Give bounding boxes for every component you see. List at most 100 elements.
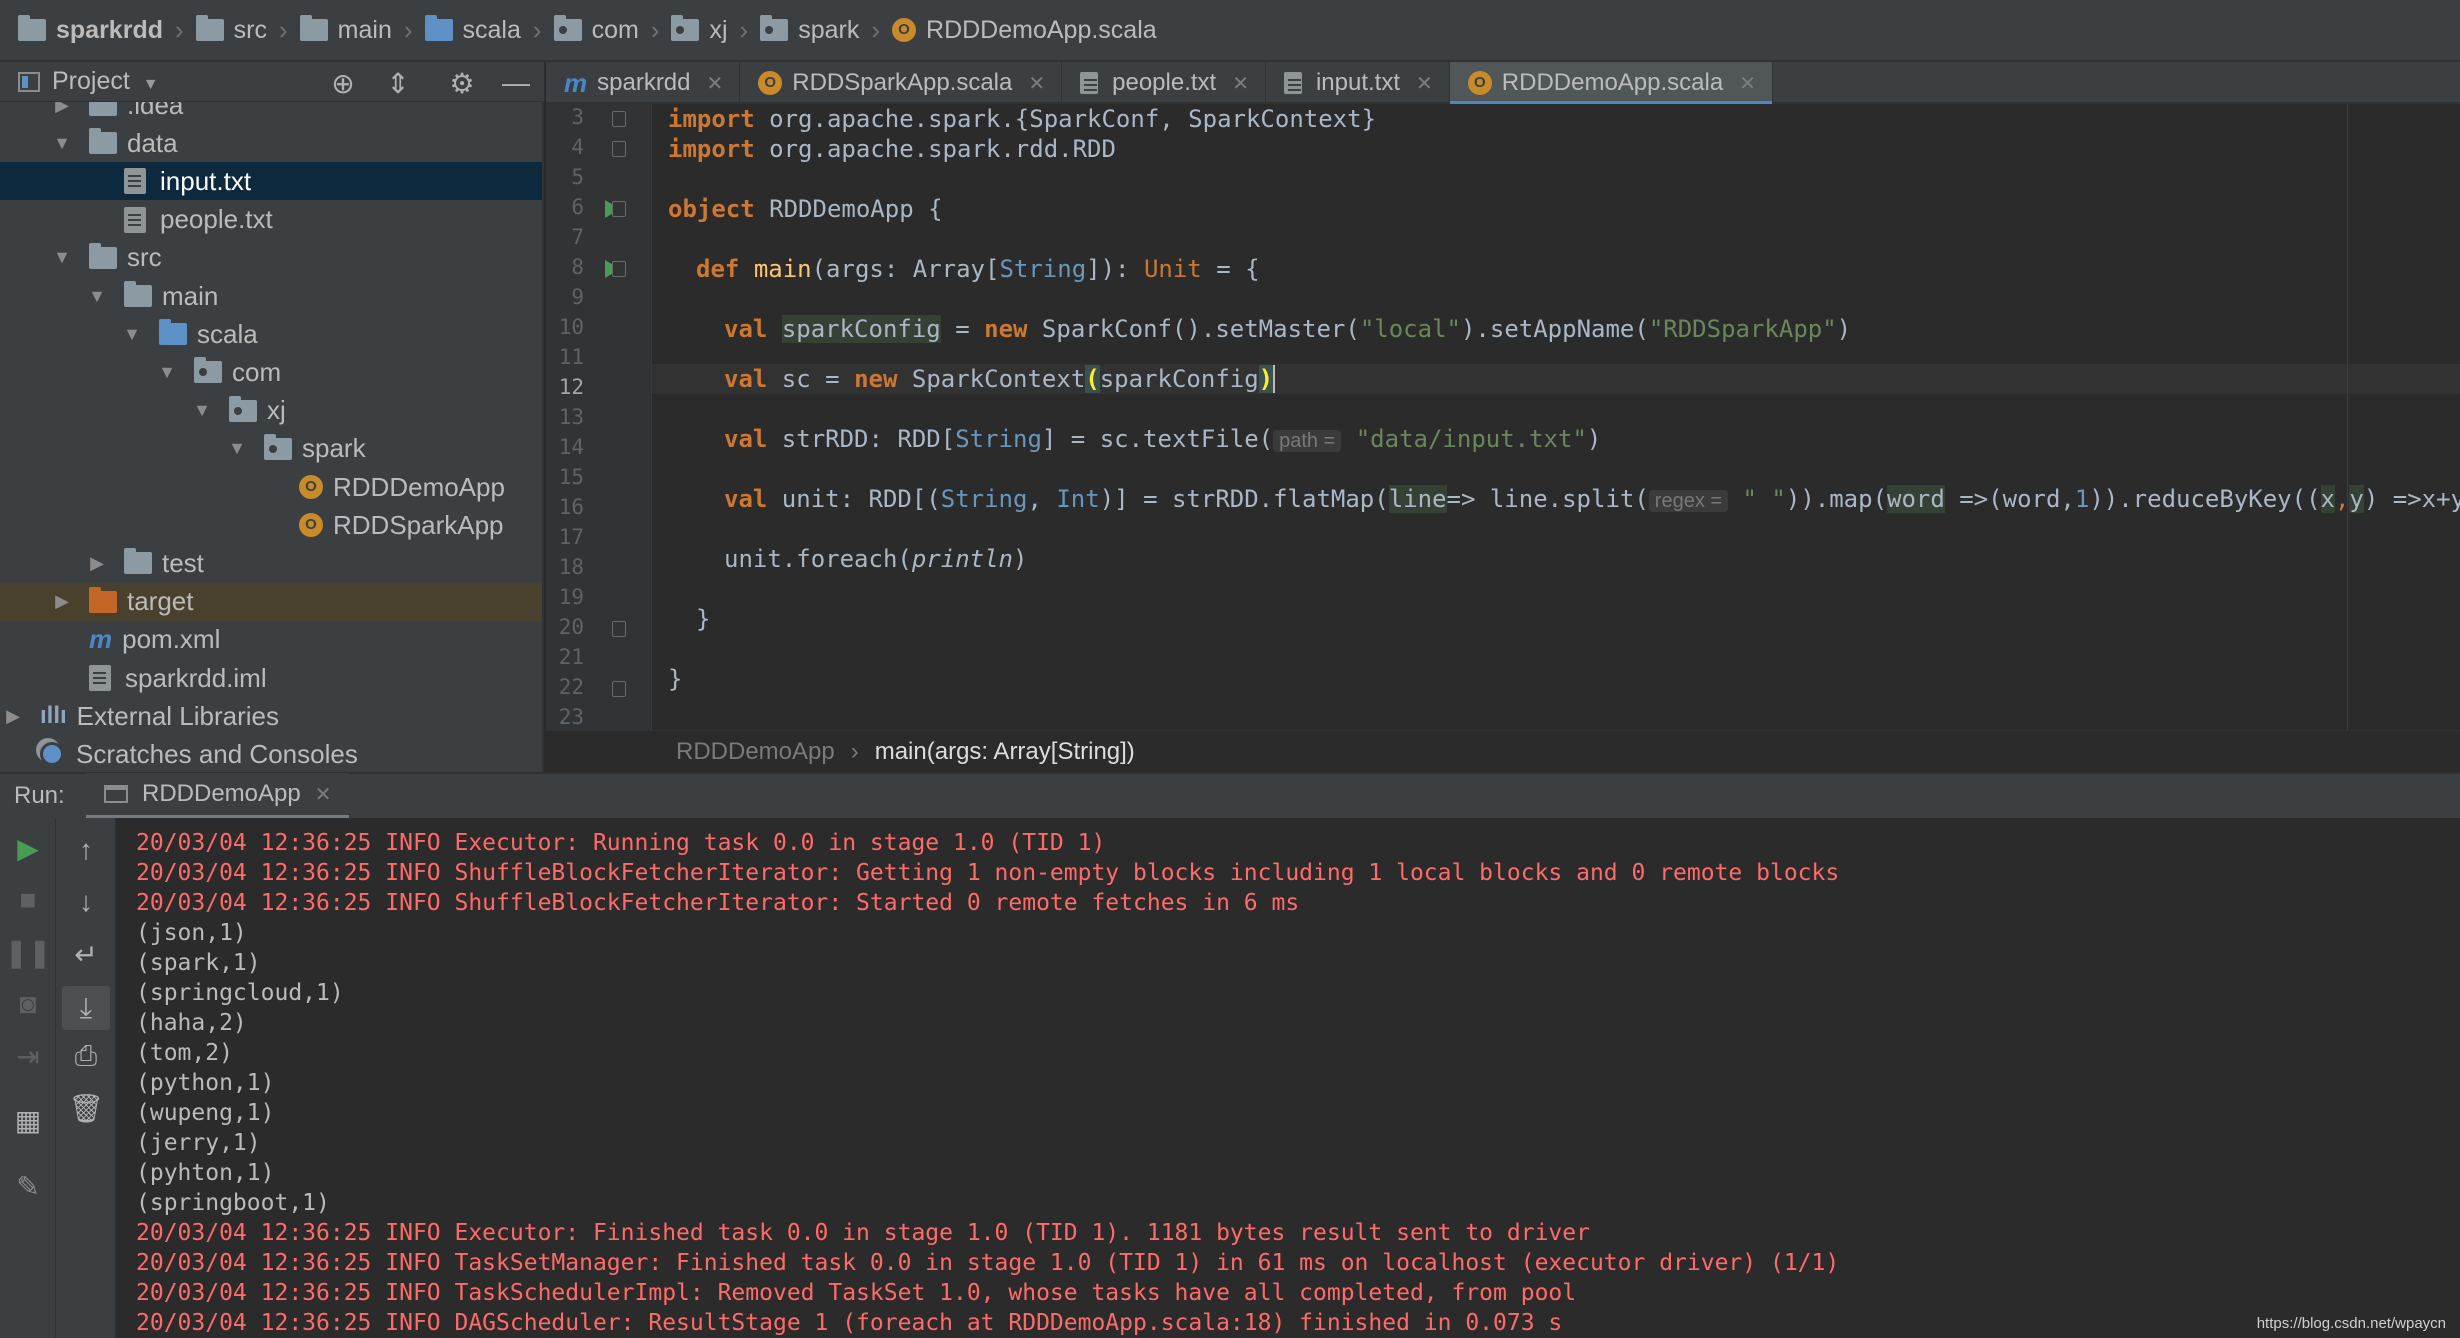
exit-icon[interactable]: ⇥ <box>0 1040 56 1073</box>
tab-label: sparkrdd <box>597 69 691 96</box>
breadcrumb-item-com[interactable]: com <box>553 15 639 45</box>
tree-item[interactable]: ▶ test <box>0 544 542 582</box>
scroll-to-end-icon[interactable]: ⤓ <box>62 986 110 1030</box>
code-line: def main(args: Array[String]): Unit = { <box>696 255 1260 283</box>
tree-item[interactable]: ▼ xj <box>0 392 542 430</box>
close-icon[interactable]: ✕ <box>1232 71 1249 96</box>
soft-wrap-icon[interactable]: ↵ <box>56 938 116 971</box>
close-icon[interactable]: ✕ <box>1739 71 1756 96</box>
tree-item[interactable]: ▼ com <box>0 353 542 391</box>
fold-marker-icon[interactable] <box>612 261 626 277</box>
close-icon[interactable]: ✕ <box>1028 71 1045 96</box>
collapse-all-icon[interactable]: ⇕ <box>381 67 415 100</box>
close-icon[interactable]: ✕ <box>707 71 724 96</box>
fold-marker-icon[interactable] <box>612 621 626 637</box>
camera-icon[interactable]: ◙ <box>0 988 56 1020</box>
pause-icon[interactable]: ❚❚ <box>0 936 56 969</box>
tree-item[interactable]: ▼ scala <box>0 315 542 353</box>
tree-item-label: src <box>127 242 162 273</box>
fold-marker-icon[interactable] <box>612 681 626 697</box>
hide-panel-icon[interactable]: — <box>499 67 533 99</box>
locate-target-icon[interactable]: ⊕ <box>326 67 360 100</box>
console-line: (json,1) <box>136 920 247 946</box>
tree-item-label: RDDSparkApp <box>333 509 504 540</box>
breadcrumb-item-file[interactable]: O RDDDemoApp.scala <box>892 16 1157 45</box>
tree-item[interactable]: ▼ data <box>0 124 542 162</box>
tree-item-label: input.txt <box>160 165 252 196</box>
fold-marker-icon[interactable] <box>612 201 626 217</box>
pin-icon[interactable]: ✎ <box>0 1170 56 1203</box>
tree-item-label: scala <box>197 318 258 349</box>
text-file-icon <box>1080 72 1099 94</box>
tab-rdddemoapp[interactable]: O RDDDemoApp.scala ✕ <box>1449 62 1773 106</box>
project-view-dropdown[interactable]: Project ▼ <box>52 67 159 96</box>
line-number: 14 <box>558 435 584 459</box>
tree-item[interactable]: ▼ src <box>0 239 542 277</box>
tab-label: RDDDemoApp.scala <box>1501 69 1724 96</box>
tab-label: people.txt <box>1112 69 1217 96</box>
chevron-down-icon[interactable]: ▼ <box>53 133 71 154</box>
structure-crumb-object[interactable]: RDDDemoApp <box>676 738 835 766</box>
tree-item[interactable]: Scratches and Consoles <box>0 735 542 772</box>
arrow-up-icon[interactable]: ↑ <box>56 834 116 866</box>
tab-people-txt[interactable]: people.txt ✕ <box>1062 62 1266 104</box>
run-toolbar-left: ▶ ■ ❚❚ ◙ ⇥ ▦ ✎ <box>0 818 56 1338</box>
tree-item[interactable]: ▼ main <box>0 277 542 315</box>
tab-sparkrdd[interactable]: m sparkrdd ✕ <box>546 62 741 104</box>
run-console-output[interactable]: https://blog.csdn.net/wpaycn 20/03/04 12… <box>116 818 2460 1338</box>
tab-input-txt[interactable]: input.txt ✕ <box>1266 62 1450 104</box>
console-line: 20/03/04 12:36:25 INFO TaskSchedulerImpl… <box>136 1280 1577 1306</box>
chevron-right-icon[interactable]: ▶ <box>88 553 106 574</box>
tree-item[interactable]: O RDDDemoApp <box>0 468 542 506</box>
project-view-icon <box>18 71 40 92</box>
fold-marker-icon[interactable] <box>612 111 626 127</box>
trash-icon[interactable]: 🗑 <box>56 1092 116 1125</box>
print-icon[interactable]: ⎙ <box>56 1040 116 1073</box>
close-icon[interactable]: ✕ <box>1416 71 1433 96</box>
stop-icon[interactable]: ■ <box>0 884 56 916</box>
breadcrumb-item-spark[interactable]: spark <box>760 15 859 45</box>
chevron-right-icon[interactable]: ▶ <box>4 706 22 727</box>
excluded-folder-icon <box>89 586 117 613</box>
chevron-right-icon[interactable]: ▶ <box>53 591 71 612</box>
breadcrumb-item-sparkrdd[interactable]: sparkrdd <box>18 15 163 45</box>
fold-marker-icon[interactable] <box>612 141 626 157</box>
tree-item[interactable]: m pom.xml <box>0 621 542 659</box>
folder-icon <box>89 242 117 269</box>
tree-item[interactable]: people.txt <box>0 201 542 239</box>
line-number: 23 <box>558 705 584 729</box>
rerun-icon[interactable]: ▶ <box>0 832 56 865</box>
package-icon <box>760 15 789 41</box>
chevron-right-icon[interactable]: ▶ <box>53 102 71 116</box>
tree-item[interactable]: sparkrdd.iml <box>0 659 542 697</box>
code-editor[interactable]: 3 4 5 6 7 8 9 10 11 12 13 14 15 16 17 18 19 20 21 22 23 impo… <box>546 104 2460 730</box>
run-tab-label: RDDDemoApp <box>142 780 301 807</box>
breadcrumb-item-scala[interactable]: scala <box>424 15 521 45</box>
gear-icon[interactable]: ⚙ <box>445 67 479 100</box>
tree-item[interactable]: input.txt <box>0 162 542 201</box>
tab-rddsparkapp[interactable]: O RDDSparkApp.scala ✕ <box>740 62 1063 104</box>
breadcrumb-item-xj[interactable]: xj <box>671 15 728 45</box>
structure-crumb-method[interactable]: main(args: Array[String]) <box>875 738 1135 766</box>
run-tab-rdddemoapp[interactable]: RDDDemoApp ✕ <box>86 773 350 819</box>
tree-item[interactable]: ▼ spark <box>0 430 542 468</box>
chevron-down-icon[interactable]: ▼ <box>123 324 141 345</box>
chevron-down-icon[interactable]: ▼ <box>88 286 106 307</box>
arrow-down-icon[interactable]: ↓ <box>56 886 116 918</box>
folder-icon <box>299 15 328 41</box>
tree-item-label: data <box>127 127 178 158</box>
tree-item[interactable]: O RDDSparkApp <box>0 506 542 544</box>
text-file-icon <box>1283 72 1302 94</box>
tree-item[interactable]: ▶ ıllı External Libraries <box>0 697 542 735</box>
chevron-down-icon[interactable]: ▼ <box>193 400 211 421</box>
tree-item[interactable]: ▶ .idea <box>0 102 542 124</box>
chevron-down-icon[interactable]: ▼ <box>158 362 176 383</box>
close-icon[interactable]: ✕ <box>315 782 332 807</box>
layout-icon[interactable]: ▦ <box>0 1104 56 1137</box>
breadcrumb-item-src[interactable]: src <box>195 15 267 45</box>
tree-item[interactable]: ▶ target <box>0 582 542 621</box>
chevron-down-icon[interactable]: ▼ <box>53 247 71 268</box>
chevron-down-icon[interactable]: ▼ <box>228 438 246 459</box>
line-number: 16 <box>558 495 584 519</box>
breadcrumb-item-main[interactable]: main <box>299 15 392 45</box>
